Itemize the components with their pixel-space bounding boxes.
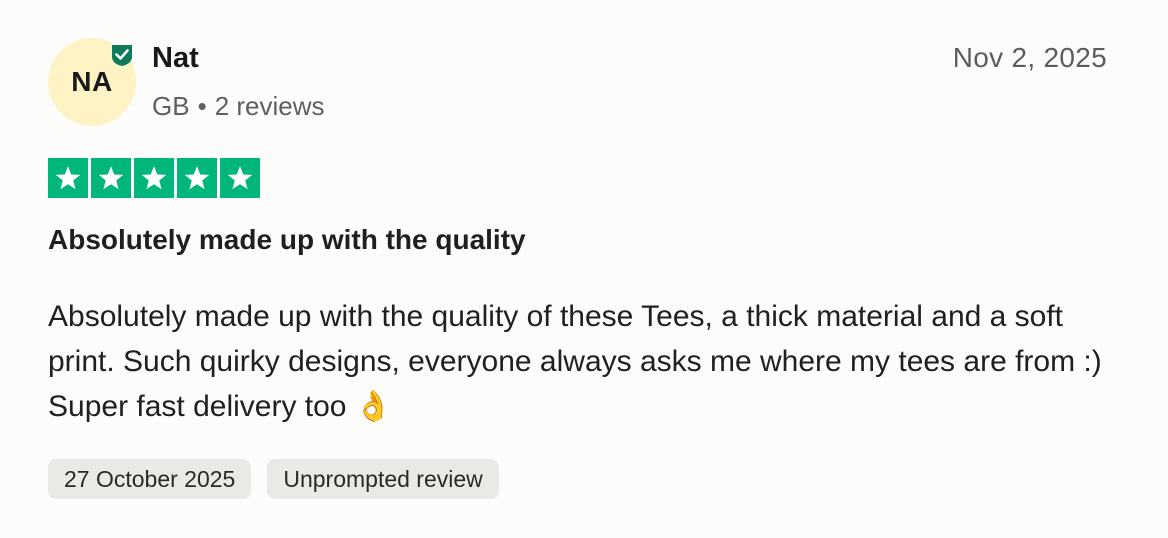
reviewer-name[interactable]: Nat — [152, 42, 199, 75]
meta-separator: • — [197, 91, 207, 121]
star-icon — [177, 158, 217, 198]
star-icon — [48, 158, 88, 198]
star-icon — [91, 158, 131, 198]
review-title[interactable]: Absolutely made up with the quality — [48, 224, 526, 256]
reviewer-meta: GB • 2 reviews — [152, 91, 325, 122]
star-icon — [220, 158, 260, 198]
review-tags: 27 October 2025 Unprompted review — [48, 459, 499, 499]
star-rating — [48, 158, 260, 198]
star-icon — [134, 158, 174, 198]
experience-date-tag: 27 October 2025 — [48, 459, 252, 499]
unprompted-review-tag: Unprompted review — [267, 459, 499, 499]
review-date: Nov 2, 2025 — [952, 42, 1107, 73]
avatar-initials: NA — [71, 66, 113, 97]
verified-icon — [112, 45, 132, 66]
reviewer-review-count: 2 reviews — [214, 91, 325, 121]
reviewer-country: GB — [152, 91, 190, 121]
review-body: Absolutely made up with the quality of t… — [48, 300, 1102, 423]
review-card: NA Nat GB • 2 reviews Nov 2, 2025 Absolute… — [0, 0, 1168, 538]
